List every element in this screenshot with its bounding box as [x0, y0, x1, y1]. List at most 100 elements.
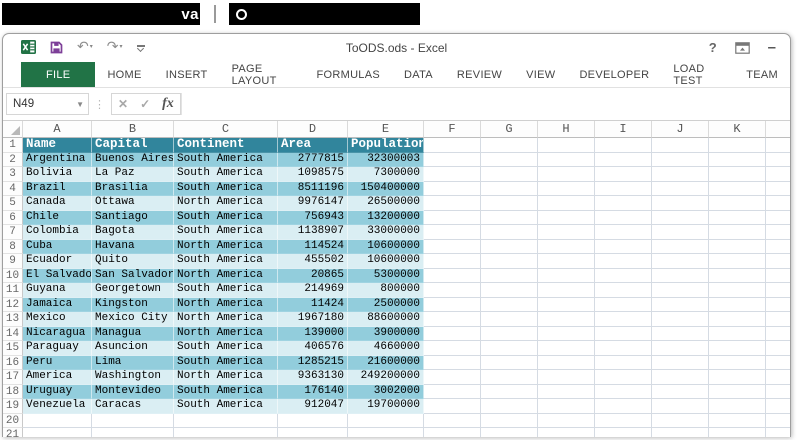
cell-E12[interactable]: 2500000 [348, 298, 424, 313]
cell-E6[interactable]: 13200000 [348, 211, 424, 226]
cell-C5[interactable]: North America [174, 196, 278, 211]
column-header-L[interactable]: L [766, 121, 790, 138]
cell-B13[interactable]: Mexico City [92, 312, 174, 327]
cell-K5[interactable] [709, 196, 766, 211]
name-box[interactable]: N49 ▼ [6, 93, 89, 115]
cell-E15[interactable]: 4660000 [348, 341, 424, 356]
cell-L3[interactable] [766, 167, 790, 182]
column-header-H[interactable]: H [538, 121, 595, 138]
cell-E1[interactable]: Population [348, 138, 424, 153]
minimize-button[interactable]: – [768, 41, 776, 55]
cell-I17[interactable] [595, 370, 652, 385]
column-header-E[interactable]: E [348, 121, 424, 138]
cell-G9[interactable] [481, 254, 538, 269]
ribbon-tab-load-test[interactable]: LOAD TEST [661, 62, 734, 87]
cell-L1[interactable] [766, 138, 790, 153]
cell-B20[interactable] [92, 414, 174, 429]
cell-I5[interactable] [595, 196, 652, 211]
cell-A16[interactable]: Peru [23, 356, 92, 371]
cell-K2[interactable] [709, 153, 766, 168]
column-header-K[interactable]: K [709, 121, 766, 138]
cell-K15[interactable] [709, 341, 766, 356]
cell-F15[interactable] [424, 341, 481, 356]
cell-L11[interactable] [766, 283, 790, 298]
cell-A14[interactable]: Nicaragua [23, 327, 92, 342]
ribbon-tab-data[interactable]: DATA [392, 62, 445, 87]
row-header-8[interactable]: 8 [3, 240, 23, 255]
column-header-A[interactable]: A [23, 121, 92, 138]
column-header-D[interactable]: D [278, 121, 348, 138]
cell-G1[interactable] [481, 138, 538, 153]
cell-H11[interactable] [538, 283, 595, 298]
cell-A7[interactable]: Colombia [23, 225, 92, 240]
cell-E21[interactable] [348, 428, 424, 437]
ribbon-tab-developer[interactable]: DEVELOPER [567, 62, 661, 87]
cell-B21[interactable] [92, 428, 174, 437]
cell-L12[interactable] [766, 298, 790, 313]
cell-L6[interactable] [766, 211, 790, 226]
formula-input[interactable] [181, 93, 788, 115]
cell-H18[interactable] [538, 385, 595, 400]
cell-I11[interactable] [595, 283, 652, 298]
cell-G5[interactable] [481, 196, 538, 211]
cell-J6[interactable] [652, 211, 709, 226]
cell-J10[interactable] [652, 269, 709, 284]
cell-D19[interactable]: 912047 [278, 399, 348, 414]
cell-I2[interactable] [595, 153, 652, 168]
cell-C4[interactable]: South America [174, 182, 278, 197]
column-header-G[interactable]: G [481, 121, 538, 138]
row-header-11[interactable]: 11 [3, 283, 23, 298]
cell-C11[interactable]: South America [174, 283, 278, 298]
cell-J4[interactable] [652, 182, 709, 197]
cell-B16[interactable]: Lima [92, 356, 174, 371]
cell-J21[interactable] [652, 428, 709, 437]
cell-K18[interactable] [709, 385, 766, 400]
cell-L20[interactable] [766, 414, 790, 429]
cell-H1[interactable] [538, 138, 595, 153]
cell-F5[interactable] [424, 196, 481, 211]
cell-A17[interactable]: America [23, 370, 92, 385]
cell-G3[interactable] [481, 167, 538, 182]
cell-E7[interactable]: 33000000 [348, 225, 424, 240]
cell-C3[interactable]: South America [174, 167, 278, 182]
row-header-1[interactable]: 1 [3, 138, 23, 153]
cell-F2[interactable] [424, 153, 481, 168]
cell-A12[interactable]: Jamaica [23, 298, 92, 313]
cell-G2[interactable] [481, 153, 538, 168]
cell-F10[interactable] [424, 269, 481, 284]
help-button[interactable]: ? [709, 40, 717, 55]
cell-I6[interactable] [595, 211, 652, 226]
cell-K4[interactable] [709, 182, 766, 197]
cell-F4[interactable] [424, 182, 481, 197]
cell-K20[interactable] [709, 414, 766, 429]
cell-D9[interactable]: 455502 [278, 254, 348, 269]
cell-D1[interactable]: Area [278, 138, 348, 153]
cell-K16[interactable] [709, 356, 766, 371]
cell-K13[interactable] [709, 312, 766, 327]
cell-K17[interactable] [709, 370, 766, 385]
cell-B9[interactable]: Quito [92, 254, 174, 269]
row-header-16[interactable]: 16 [3, 356, 23, 371]
cell-F19[interactable] [424, 399, 481, 414]
cell-G13[interactable] [481, 312, 538, 327]
cell-I7[interactable] [595, 225, 652, 240]
cell-B10[interactable]: San Salvador [92, 269, 174, 284]
cell-H10[interactable] [538, 269, 595, 284]
cell-H17[interactable] [538, 370, 595, 385]
cell-B14[interactable]: Managua [92, 327, 174, 342]
cell-C15[interactable]: South America [174, 341, 278, 356]
cell-E20[interactable] [348, 414, 424, 429]
cell-A2[interactable]: Argentina [23, 153, 92, 168]
cell-B2[interactable]: Buenos Aires [92, 153, 174, 168]
cell-C19[interactable]: South America [174, 399, 278, 414]
cell-D7[interactable]: 1138907 [278, 225, 348, 240]
ribbon-tab-formulas[interactable]: FORMULAS [304, 62, 392, 87]
column-header-C[interactable]: C [174, 121, 278, 138]
cell-G4[interactable] [481, 182, 538, 197]
cell-L21[interactable] [766, 428, 790, 437]
row-header-6[interactable]: 6 [3, 211, 23, 226]
cell-E17[interactable]: 249200000 [348, 370, 424, 385]
row-header-17[interactable]: 17 [3, 370, 23, 385]
cell-B17[interactable]: Washington [92, 370, 174, 385]
cell-C10[interactable]: North America [174, 269, 278, 284]
